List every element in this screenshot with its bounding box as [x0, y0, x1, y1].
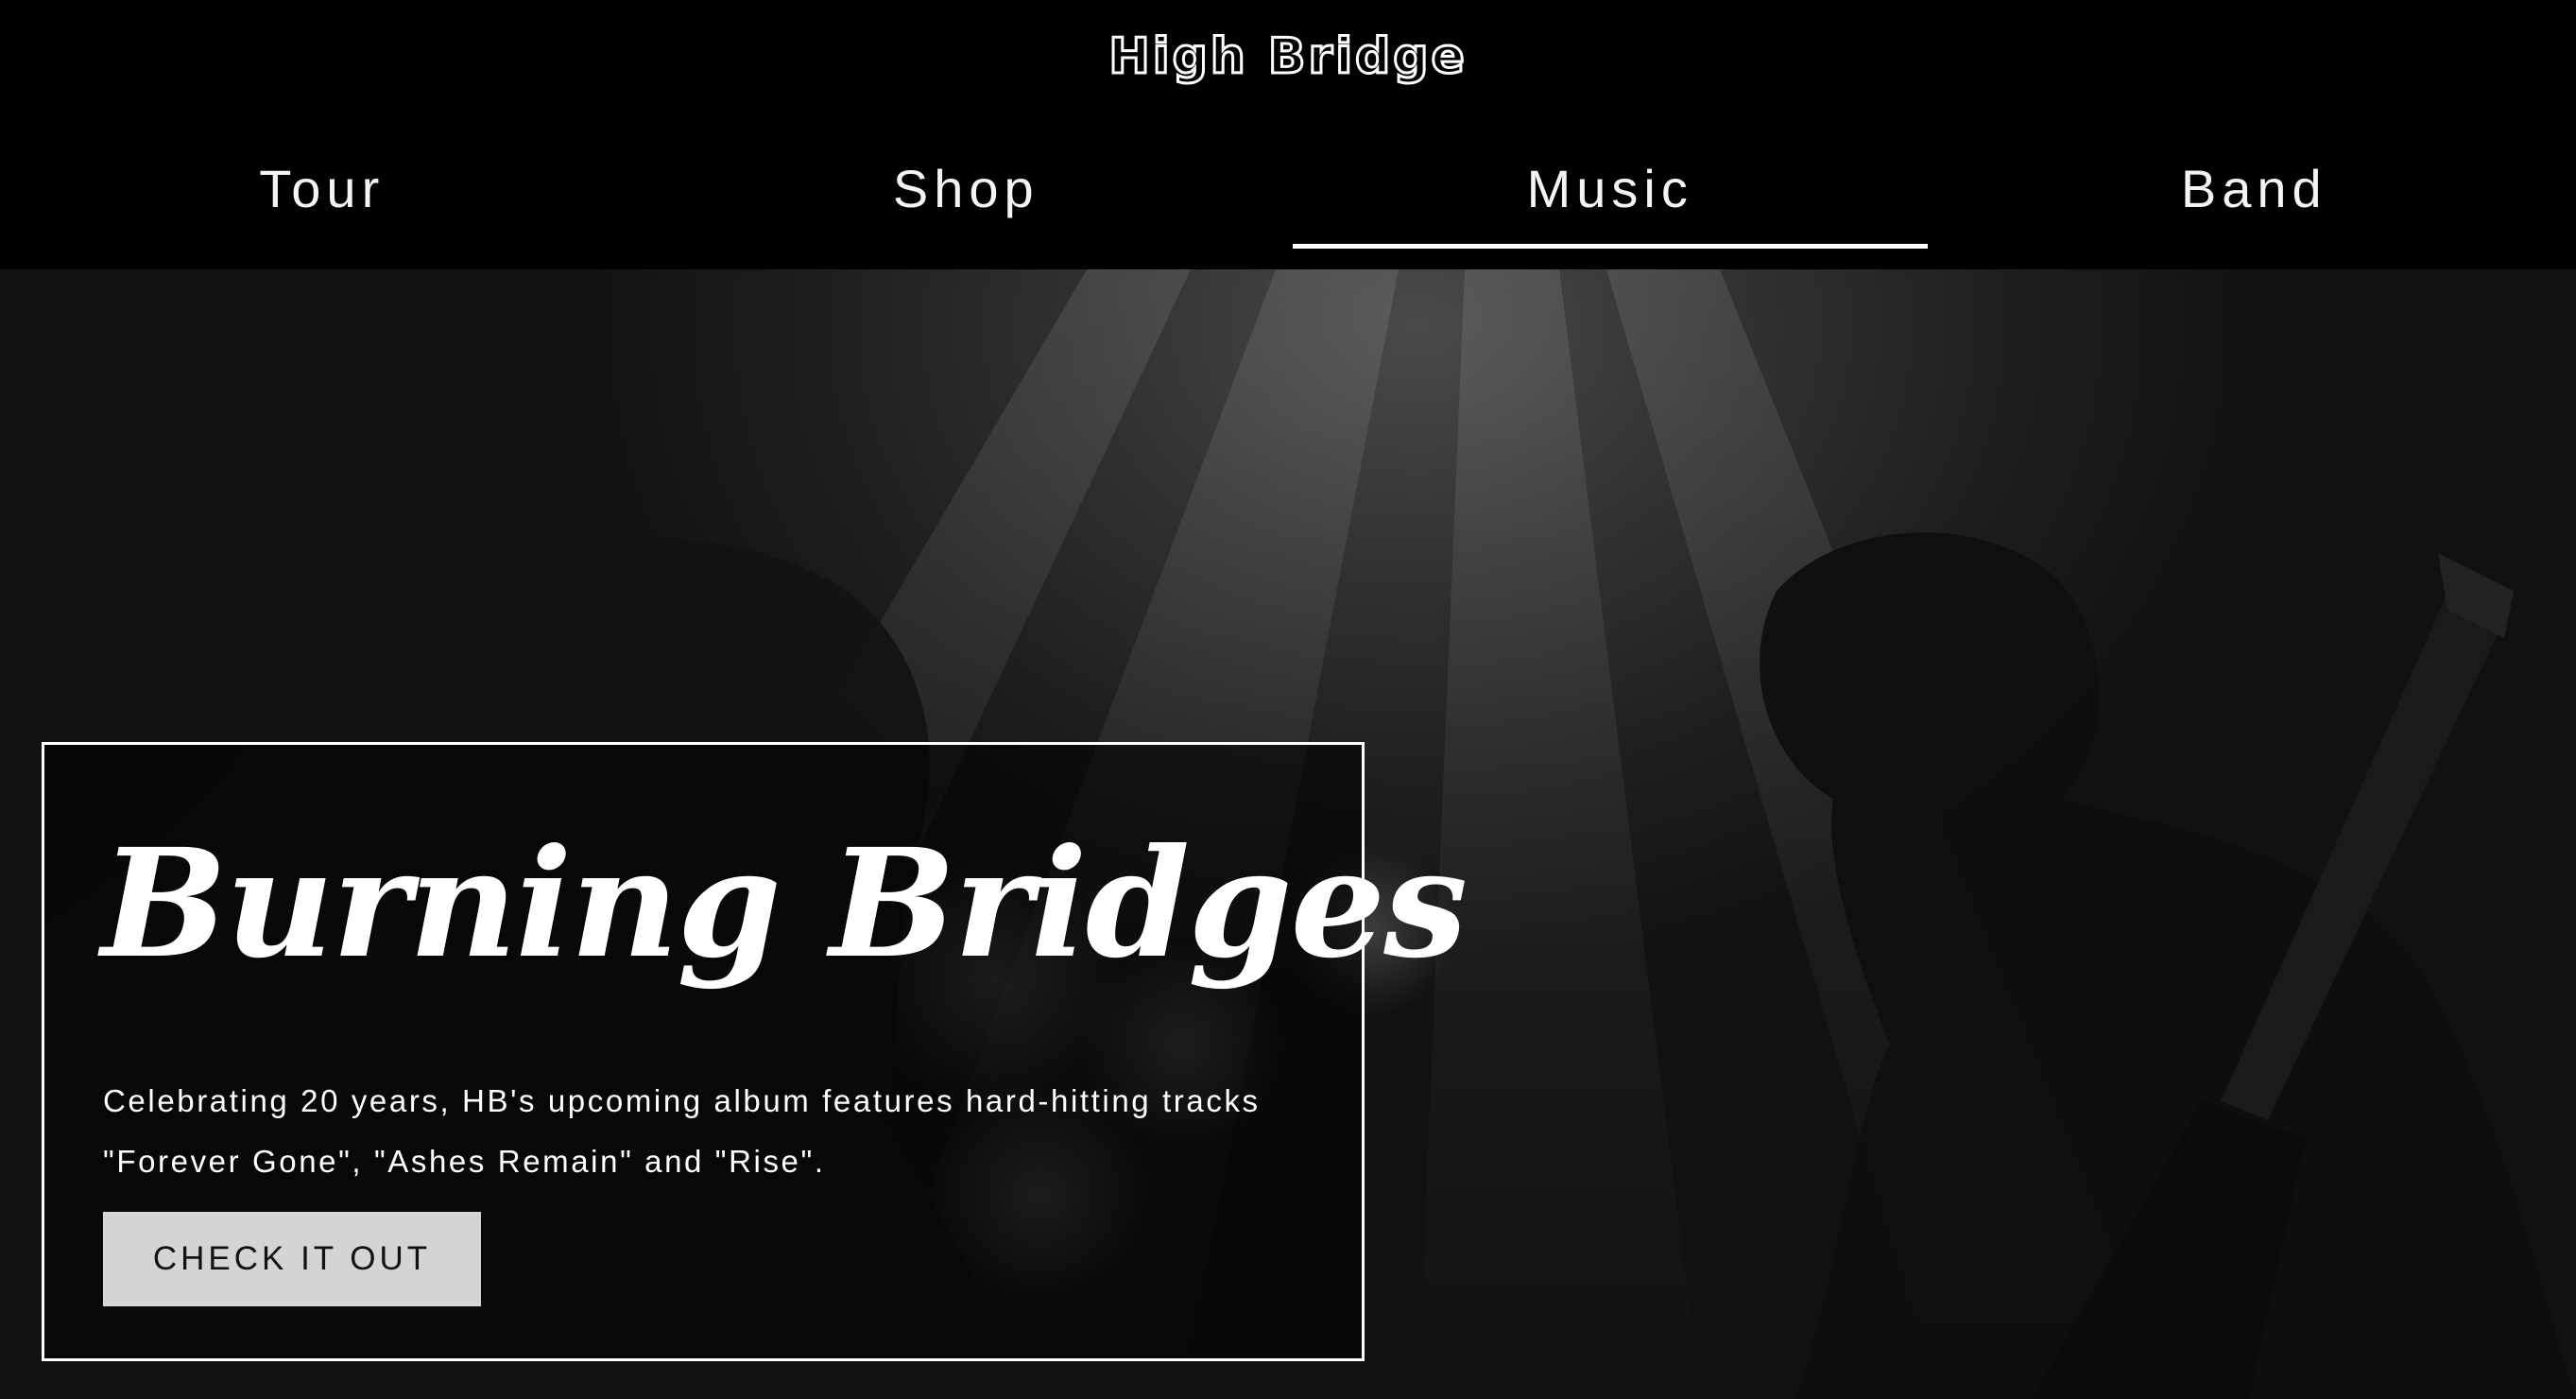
nav-item-band[interactable]: Band	[1932, 142, 2576, 255]
nav-item-shop[interactable]: Shop	[644, 142, 1289, 255]
main-nav: Tour Shop Music Band	[0, 142, 2576, 255]
nav-item-label: Music	[1526, 159, 1693, 218]
nav-item-label: Tour	[259, 159, 386, 218]
album-description-line: "Forever Gone", "Ashes Remain" and "Rise…	[103, 1144, 826, 1179]
nav-item-tour[interactable]: Tour	[0, 142, 644, 255]
nav-item-music[interactable]: Music	[1288, 142, 1932, 255]
nav-item-label: Band	[2180, 159, 2327, 218]
featured-album-card: Burning Bridges Celebrating 20 years, HB…	[42, 742, 1468, 1361]
album-description-line: Celebrating 20 years, HB's upcoming albu…	[103, 1083, 1261, 1118]
check-it-out-button[interactable]: CHECK IT OUT	[103, 1212, 481, 1306]
site-logo[interactable]: High Bridge	[0, 27, 2576, 87]
nav-item-label: Shop	[892, 159, 1039, 218]
album-description: Celebrating 20 years, HB's upcoming albu…	[103, 1071, 1350, 1192]
album-title: Burning Bridges	[101, 817, 1468, 992]
site-header: High Bridge Tour Shop Music Band	[0, 0, 2576, 269]
page: High Bridge Tour Shop Music Band Burning…	[0, 0, 2576, 1399]
hero-section: Burning Bridges Celebrating 20 years, HB…	[0, 269, 2576, 1399]
